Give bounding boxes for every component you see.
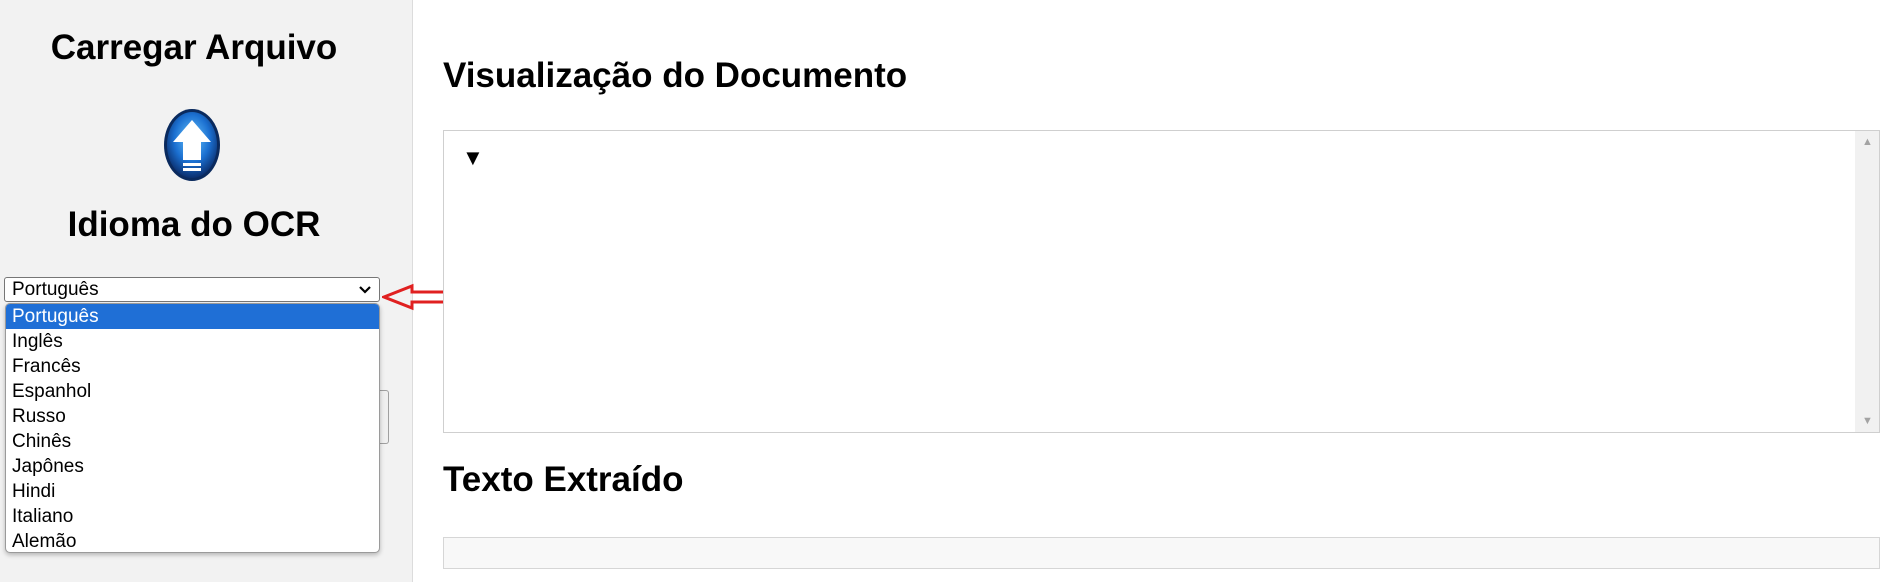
language-option[interactable]: Francês [6,354,379,379]
language-option[interactable]: Hindi [6,479,379,504]
document-preview-title: Visualização do Documento [443,56,908,95]
language-option[interactable]: Russo [6,404,379,429]
language-option[interactable]: Alemão [6,529,379,552]
document-preview-area[interactable]: ▼ ▲ ▼ [443,130,1880,433]
scroll-up-icon[interactable]: ▲ [1862,136,1873,148]
extracted-text-area[interactable] [443,537,1880,569]
language-option[interactable]: Japônes [6,454,379,479]
language-option[interactable]: Italiano [6,504,379,529]
extracted-text-title: Texto Extraído [443,460,684,499]
language-option[interactable]: Espanhol [6,379,379,404]
scroll-down-icon[interactable]: ▼ [1862,415,1873,427]
language-dropdown[interactable]: Português Inglês Francês Espanhol Russo … [5,303,380,553]
language-select-value: Português [12,279,99,300]
upload-arrow-icon[interactable] [163,108,221,182]
sidebar: Carregar Arquivo Idioma do OCR Português… [0,0,413,582]
upload-title: Carregar Arquivo [50,28,338,67]
language-option[interactable]: Chinês [6,429,379,454]
expand-toggle[interactable]: ▼ [462,145,484,171]
language-option[interactable]: Português [6,304,379,329]
ocr-language-title: Idioma do OCR [67,205,321,244]
language-select[interactable]: Português [4,277,380,302]
vertical-scrollbar[interactable]: ▲ ▼ [1855,131,1879,432]
chevron-down-icon [359,286,371,294]
language-option[interactable]: Inglês [6,329,379,354]
